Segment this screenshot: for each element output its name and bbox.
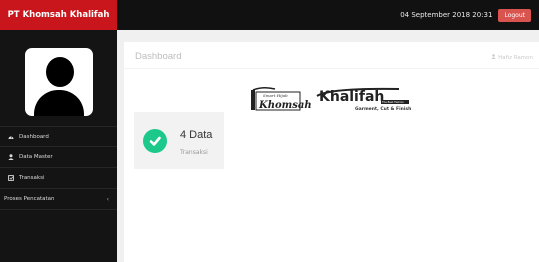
dashboard-panel: Dashboard Hafiz Ramon Smart Hijab Khomsa… — [124, 42, 539, 262]
logo-text-right: Khalifah — [319, 89, 384, 105]
info-count: 4 Data — [180, 129, 213, 141]
sidebar-item-label: Transaksi — [19, 175, 45, 181]
user-name: Hafiz Ramon — [498, 54, 533, 61]
sidebar-item-dashboard[interactable]: Dashboard — [0, 126, 117, 147]
transaction-info-box[interactable]: 4 Data Transaksi — [134, 112, 224, 169]
sidebar-item-label: Proses Pencatatan — [4, 196, 55, 202]
avatar-head — [45, 57, 74, 87]
main-content: Dashboard Hafiz Ramon Smart Hijab Khomsa… — [117, 30, 539, 262]
logo-tagline: Garment, Cut & Finish — [355, 106, 411, 112]
divider — [124, 68, 539, 69]
logout-button[interactable]: Logout — [498, 8, 531, 22]
dashboard-icon — [8, 134, 16, 139]
user-icon — [8, 154, 16, 160]
info-label: Transaksi — [180, 149, 208, 156]
sidebar: Dashboard Data Master Transaksi Proses P… — [0, 30, 117, 262]
page-title: Dashboard — [135, 51, 182, 62]
current-datetime: 04 September 2018 20:31 — [400, 11, 493, 19]
avatar — [24, 48, 93, 116]
sidebar-item-label: Data Master — [19, 154, 53, 160]
sidebar-item-transaksi[interactable]: Transaksi — [0, 168, 117, 189]
current-user[interactable]: Hafiz Ramon — [491, 54, 533, 61]
chevron-left-icon: ‹ — [106, 195, 109, 203]
topbar-right: 04 September 2018 20:31 Logout — [400, 8, 539, 22]
brand-name[interactable]: PT Khomsah Khalifah — [0, 0, 117, 30]
logo-text-left: Khomsah — [258, 100, 312, 111]
logo-small-right: The Best Fashion — [382, 100, 404, 104]
avatar-body — [33, 90, 84, 116]
check-icon — [143, 129, 167, 153]
user-icon — [491, 54, 496, 61]
sidebar-item-proses-pencatatan[interactable]: Proses Pencatatan ‹ — [0, 189, 117, 210]
sidebar-menu: Dashboard Data Master Transaksi Proses P… — [0, 126, 117, 210]
sidebar-item-data-master[interactable]: Data Master — [0, 147, 117, 168]
logo-small-left: Smart Hijab — [263, 93, 288, 98]
company-logo: Smart Hijab Khomsah Khalifah The Best Fa… — [251, 86, 411, 112]
top-navbar: PT Khomsah Khalifah 04 September 2018 20… — [0, 0, 539, 30]
sidebar-item-label: Dashboard — [19, 133, 49, 140]
transaction-icon — [8, 175, 16, 181]
